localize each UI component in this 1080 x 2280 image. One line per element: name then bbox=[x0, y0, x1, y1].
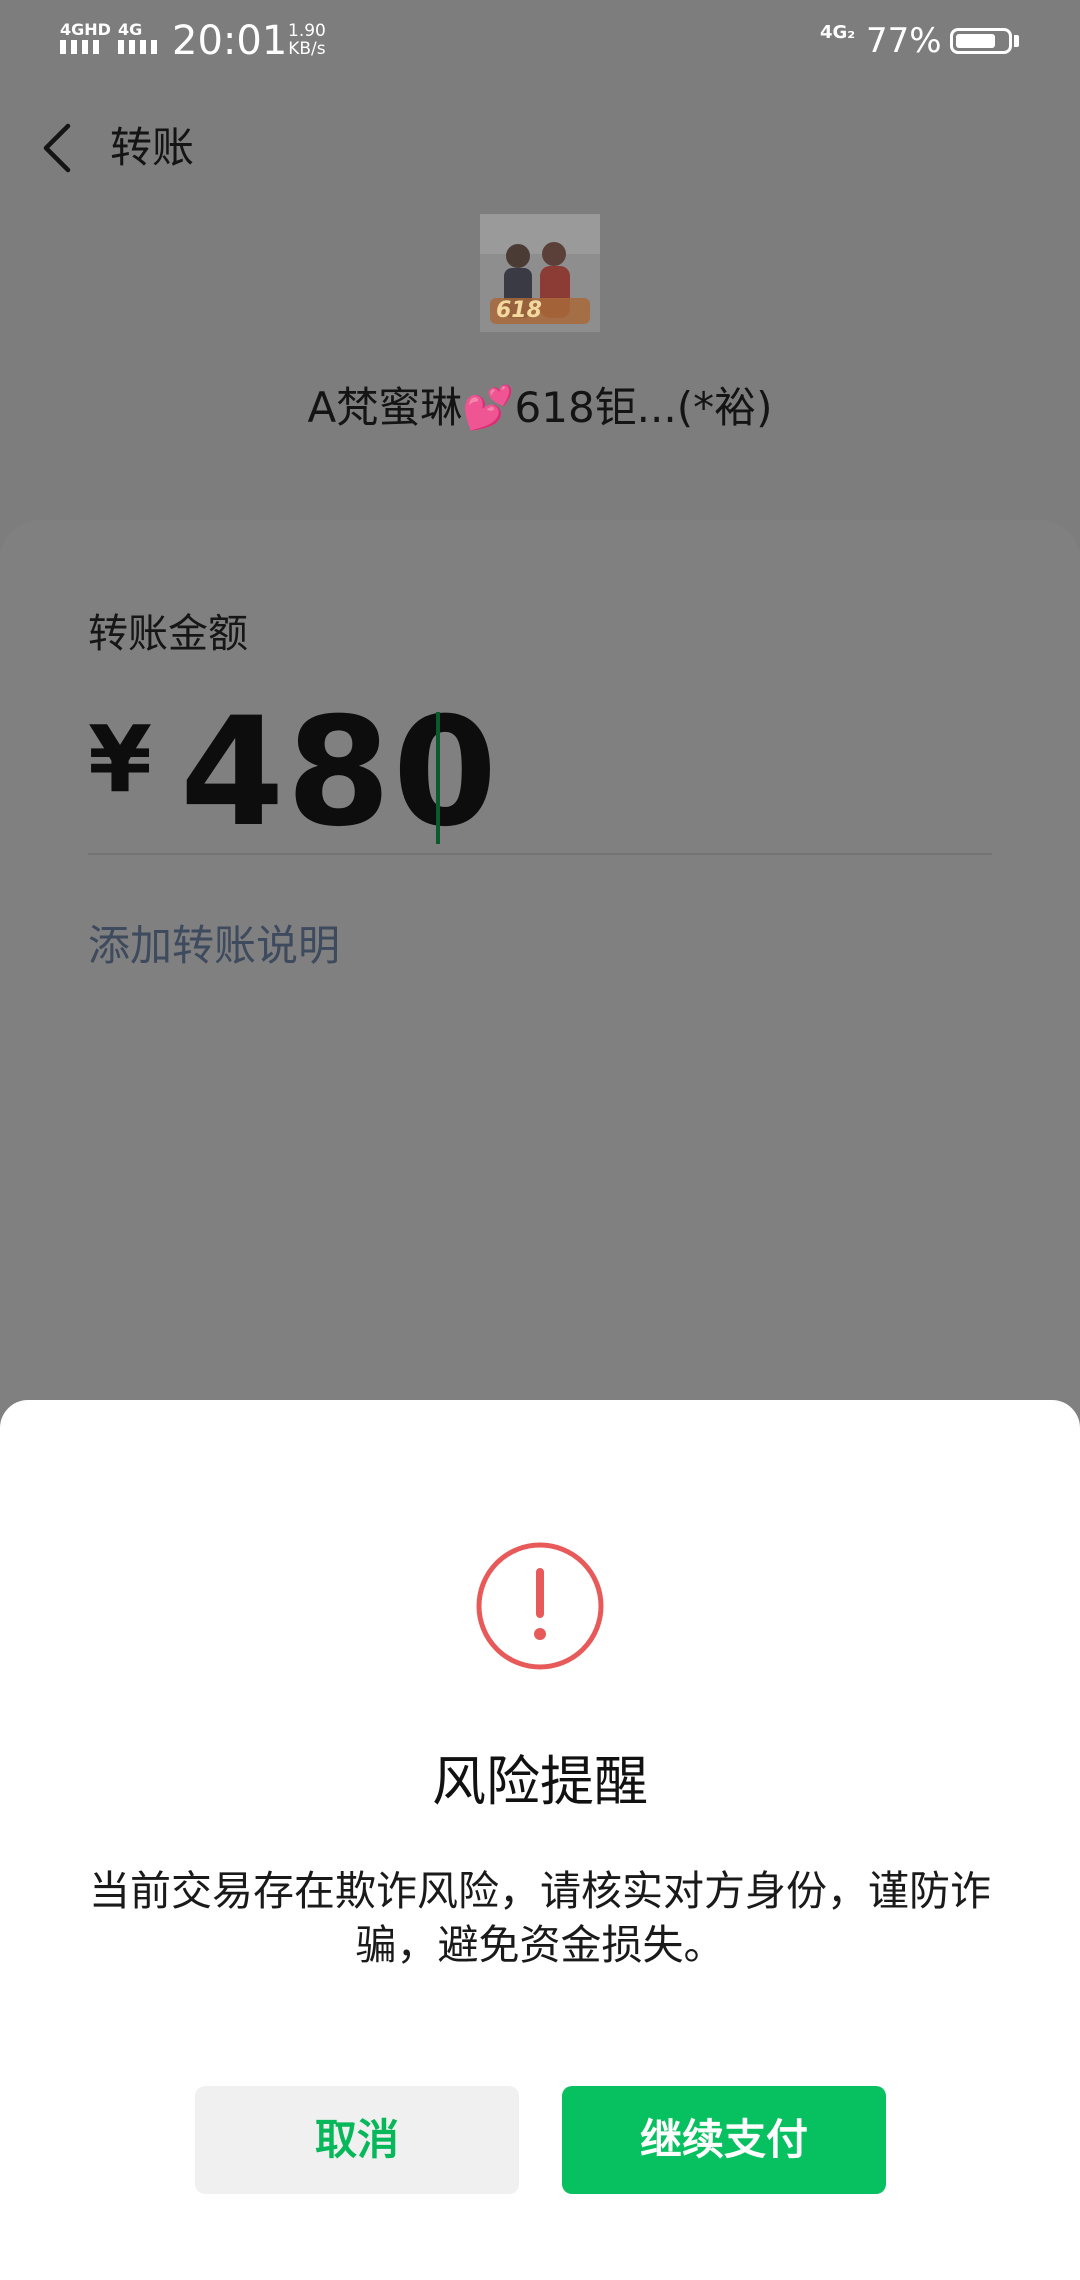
amount-label: 转账金额 bbox=[88, 611, 248, 657]
cancel-button[interactable]: 取消 bbox=[195, 2086, 519, 2194]
back-button[interactable] bbox=[30, 118, 90, 178]
add-transfer-note-link[interactable]: 添加转账说明 bbox=[88, 918, 340, 974]
amount-input[interactable]: 480 bbox=[180, 688, 499, 858]
signal-1-label: 4GHD bbox=[60, 20, 111, 39]
network-speed: 1.90 KB/s bbox=[288, 22, 326, 58]
signal-2-label: 4G bbox=[118, 20, 143, 39]
currency-symbol: ¥ bbox=[88, 706, 153, 813]
status-bar: 4GHD 4G 20:01 1.90 KB/s 4G₂ 77% bbox=[0, 0, 1080, 86]
nav-header: 转账 bbox=[0, 90, 1080, 210]
network-speed-unit: KB/s bbox=[288, 39, 326, 59]
continue-payment-button[interactable]: 继续支付 bbox=[562, 2086, 886, 2194]
avatar-badge-text: 618 bbox=[496, 298, 542, 323]
transfer-screen: 4GHD 4G 20:01 1.90 KB/s 4G₂ 77% 转账 618 A… bbox=[0, 0, 1080, 2280]
network-speed-value: 1.90 bbox=[288, 21, 326, 41]
status-time: 20:01 bbox=[172, 18, 288, 64]
text-cursor bbox=[436, 712, 440, 844]
payee-avatar[interactable]: 618 bbox=[480, 214, 600, 332]
battery-percent: 77% bbox=[866, 21, 942, 61]
risk-title: 风险提醒 bbox=[432, 1750, 648, 1813]
amount-divider bbox=[88, 853, 992, 855]
battery-tip bbox=[1014, 35, 1019, 47]
risk-message: 当前交易存在欺诈风险，请核实对方身份，谨防诈骗，避免资金损失。 bbox=[89, 1867, 991, 1969]
risk-warning-sheet: 风险提醒 当前交易存在欺诈风险，请核实对方身份，谨防诈骗，避免资金损失。 取消 … bbox=[0, 1400, 1080, 2280]
amount-card: 转账金额 ¥ 480 添加转账说明 bbox=[0, 520, 1080, 1520]
battery-level-fill bbox=[956, 34, 995, 48]
battery-icon bbox=[950, 28, 1012, 54]
exclamation-circle-icon bbox=[476, 1542, 604, 1670]
chevron-left-icon bbox=[43, 123, 71, 173]
network-type-label: 4G₂ bbox=[820, 22, 856, 43]
payee-name: A梵蜜琳💕618钜...(*裕) bbox=[307, 383, 773, 432]
page-title: 转账 bbox=[110, 123, 195, 172]
